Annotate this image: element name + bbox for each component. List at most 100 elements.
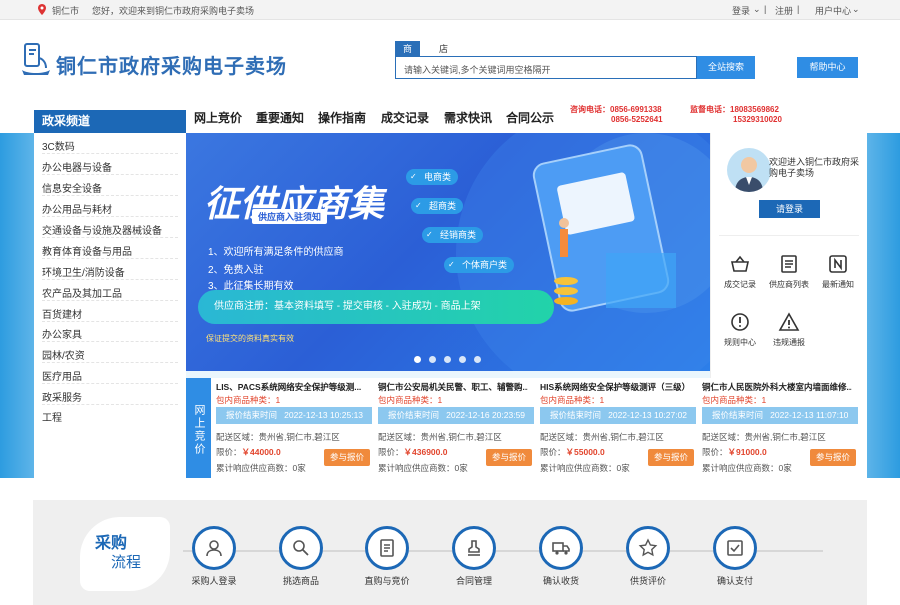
auction-tag[interactable]: 网上竞价	[186, 378, 211, 478]
carousel-dot[interactable]	[474, 356, 481, 363]
banner-tag: 超商类	[411, 198, 464, 214]
nav-item-contracts[interactable]: 合同公示	[506, 109, 554, 126]
auction-title[interactable]: 铜仁市人民医院外科大楼室内墙面维修...	[702, 381, 852, 393]
sidebar-item[interactable]: 交通设备与设施及器械设备	[42, 222, 162, 237]
delivery-area: 配送区域：贵州省,铜仁市,碧江区	[216, 432, 340, 442]
logo-icon	[20, 42, 52, 81]
bid-button[interactable]: 参与报价	[324, 449, 370, 466]
register-link[interactable]: 注册	[775, 4, 793, 17]
sidebar-item[interactable]: 办公用品与耗材	[42, 201, 112, 216]
nav-item-demand[interactable]: 需求快讯	[444, 109, 492, 126]
sidebar-item[interactable]: 园林/农资	[42, 347, 85, 362]
sidebar-item[interactable]: 工程	[42, 409, 62, 424]
login-button[interactable]: 请登录	[759, 200, 820, 218]
banner-note: 保证提交的资料真实有效	[206, 334, 294, 343]
sidebar-item[interactable]: 3C数码	[42, 138, 75, 153]
sidebar-item[interactable]: 办公电器与设备	[42, 159, 112, 174]
divider	[42, 300, 178, 301]
price-limit: 限价：￥44000.0	[216, 446, 281, 458]
auction-title[interactable]: LIS、PACS系统网络安全保护等级测...	[216, 381, 366, 393]
response-count: 累计响应供应商数：0家	[540, 463, 630, 473]
quick-link-rules[interactable]: 规则中心	[715, 311, 765, 348]
divider	[42, 258, 178, 259]
divider	[42, 362, 178, 363]
bid-button[interactable]: 参与报价	[810, 449, 856, 466]
top-bar: 铜仁市 您好，欢迎来到铜仁市政府采购电子卖场 登录 ⌄ | 注册 | 用户中心 …	[0, 0, 900, 20]
process-step: 采购人登录	[174, 526, 254, 587]
carousel-dot[interactable]	[414, 356, 421, 363]
chevron-down-icon: ⌄	[753, 4, 761, 14]
auction-title[interactable]: HIS系统网络安全保护等级测评（三级）	[540, 381, 690, 393]
price-prefix: 限价：	[378, 447, 404, 457]
end-time-bar: 报价结束时间 2022-12-13 11:07:10	[702, 407, 858, 424]
process-step: 确认收货	[521, 526, 601, 587]
divider	[42, 279, 178, 280]
sidebar-item[interactable]: 信息安全设备	[42, 180, 102, 195]
tab-goods[interactable]: 商品	[395, 41, 421, 70]
city-selector[interactable]: 铜仁市	[52, 4, 79, 17]
process-step: 供货评价	[608, 526, 688, 587]
document-list-icon	[781, 255, 797, 273]
quick-link-notices[interactable]: 最新通知	[813, 253, 863, 290]
price-value: ￥44000.0	[241, 447, 281, 457]
help-center-button[interactable]: 帮助中心	[797, 57, 858, 78]
quick-link-suppliers[interactable]: 供应商列表	[764, 253, 814, 290]
divider	[42, 404, 178, 405]
bid-button[interactable]: 参与报价	[486, 449, 532, 466]
step-label: 挑选商品	[282, 576, 319, 586]
sidebar-item[interactable]: 环境卫生/消防设备	[42, 264, 125, 279]
step-label: 合同管理	[455, 576, 492, 586]
user-center-link[interactable]: 用户中心	[815, 4, 851, 17]
auction-card[interactable]: 铜仁市人民医院外科大楼室内墙面维修... 包内商品种类：1 报价结束时间 202…	[699, 378, 861, 478]
nav-item-guide[interactable]: 操作指南	[318, 109, 366, 126]
bid-button[interactable]: 参与报价	[648, 449, 694, 466]
carousel-dot[interactable]	[459, 356, 466, 363]
stamp-icon	[452, 526, 496, 570]
process-step: 直购与竞价	[347, 526, 427, 587]
quick-link-violations[interactable]: 违规通报	[764, 311, 814, 348]
end-time-label: 报价结束时间	[712, 410, 764, 420]
sidebar-item[interactable]: 政采服务	[42, 389, 82, 404]
end-time-label: 报价结束时间	[388, 410, 440, 420]
quick-link-label: 成交记录	[724, 280, 756, 289]
sidebar-item[interactable]: 医疗用品	[42, 368, 82, 383]
search-input[interactable]: 请输入关键词,多个关键词用空格隔开	[395, 56, 697, 79]
chevron-down-icon: ⌄	[852, 4, 860, 14]
nav-item-deals[interactable]: 成交记录	[381, 109, 429, 126]
auction-title[interactable]: 铜仁市公安局机关民警、职工、辅警购...	[378, 381, 528, 393]
search-button[interactable]: 全站搜索	[697, 56, 755, 79]
nav-item-notices[interactable]: 重要通知	[256, 109, 304, 126]
price-prefix: 限价：	[540, 447, 566, 457]
category-sidebar: 3C数码 办公电器与设备 信息安全设备 办公用品与耗材 交通设备与设施及器械设备…	[34, 133, 186, 478]
quick-link-label: 供应商列表	[769, 280, 809, 289]
quick-link-label: 违规通报	[773, 338, 805, 347]
price-limit: 限价：￥91000.0	[702, 446, 767, 458]
auction-card[interactable]: LIS、PACS系统网络安全保护等级测... 包内商品种类：1 报价结束时间 2…	[213, 378, 375, 478]
quick-link-label: 最新通知	[822, 280, 854, 289]
procurement-process: 采购 流程 采购人登录 挑选商品 直购与竞价 合同管理 确认收货 供货评价 确认…	[33, 500, 867, 605]
sidebar-item[interactable]: 办公家具	[42, 326, 82, 341]
sidebar-item[interactable]: 农产品及其加工品	[42, 285, 122, 300]
process-title-1: 采购	[95, 535, 128, 552]
document-icon	[365, 526, 409, 570]
truck-icon	[539, 526, 583, 570]
auction-card[interactable]: 铜仁市公安局机关民警、职工、辅警购... 包内商品种类：1 报价结束时间 202…	[375, 378, 537, 478]
supervise-phone-2: 15329310020	[733, 115, 782, 124]
price-prefix: 限价：	[702, 447, 728, 457]
process-step: 挑选商品	[261, 526, 341, 587]
nav-item-bidding[interactable]: 网上竞价	[194, 109, 242, 126]
sidebar-item[interactable]: 教育体育设备与用品	[42, 243, 132, 258]
pack-count: 包内商品种类：1	[702, 395, 767, 405]
hero-banner[interactable]: 征供应商集 供应商入驻须知 1、欢迎所有满足条件的供应商 2、免费入驻 3、此征…	[186, 133, 710, 371]
sidebar-item[interactable]: 百货建材	[42, 306, 82, 321]
divider	[42, 383, 178, 384]
quick-link-deals[interactable]: 成交记录	[715, 253, 765, 290]
response-count: 累计响应供应商数：0家	[702, 463, 792, 473]
auction-card[interactable]: HIS系统网络安全保护等级测评（三级） 包内商品种类：1 报价结束时间 2022…	[537, 378, 699, 478]
carousel-dot[interactable]	[444, 356, 451, 363]
divider	[42, 341, 178, 342]
carousel-dot[interactable]	[429, 356, 436, 363]
login-link[interactable]: 登录	[732, 4, 750, 17]
tab-shops[interactable]: 店铺	[431, 41, 456, 70]
end-time: 2022-12-13 10:27:02	[608, 410, 688, 420]
